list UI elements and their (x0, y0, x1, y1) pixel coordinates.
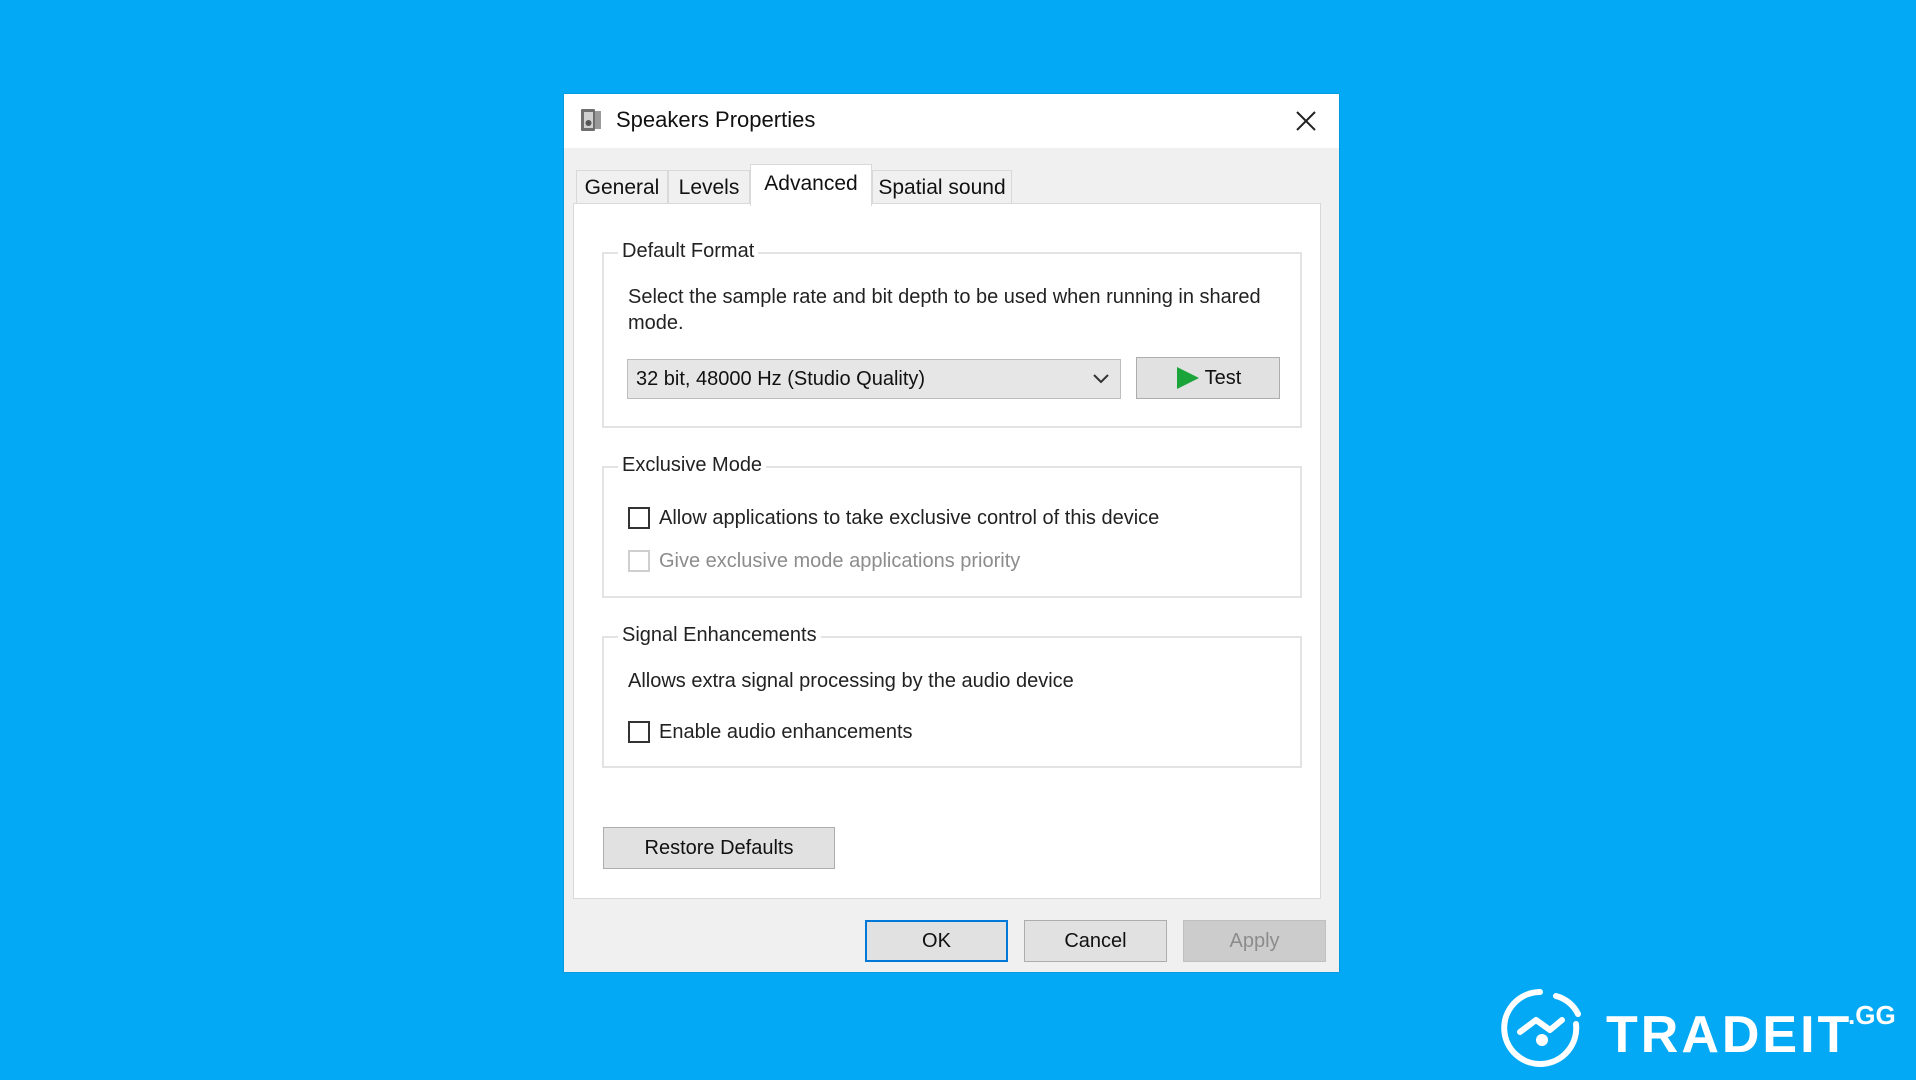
handshake-icon (1501, 989, 1581, 1067)
default-format-group: Default Format Select the sample rate an… (602, 238, 1302, 428)
tab-general[interactable]: General (576, 170, 668, 204)
allow-exclusive-label: Allow applications to take exclusive con… (659, 506, 1160, 529)
dialog-title: Speakers Properties (616, 107, 816, 132)
allow-exclusive-checkbox[interactable] (628, 507, 650, 529)
default-format-legend: Default Format (618, 238, 759, 264)
chevron-down-icon (1093, 374, 1109, 384)
sample-rate-value: 32 bit, 48000 Hz (Studio Quality) (636, 368, 926, 390)
test-button-label: Test (1204, 366, 1242, 389)
apply-button: Apply (1183, 920, 1326, 962)
test-button[interactable]: Test (1136, 357, 1280, 399)
cancel-button[interactable]: Cancel (1024, 920, 1167, 962)
exclusive-mode-legend: Exclusive Mode (618, 452, 767, 478)
tab-levels[interactable]: Levels (668, 170, 750, 204)
signal-enhancements-description: Allows extra signal processing by the au… (628, 670, 1074, 692)
tab-spatial-sound[interactable]: Spatial sound (872, 170, 1012, 204)
default-format-description: Select the sample rate and bit depth to … (628, 286, 1261, 334)
tab-advanced[interactable]: Advanced (750, 164, 872, 206)
exclusive-mode-group: Exclusive Mode Allow applications to tak… (602, 452, 1302, 598)
sample-rate-select[interactable]: 32 bit, 48000 Hz (Studio Quality) (627, 359, 1121, 399)
enable-enhancements-label: Enable audio enhancements (659, 720, 913, 743)
play-icon (1176, 367, 1199, 389)
title-bar: Speakers Properties (564, 94, 1339, 148)
signal-enhancements-group: Signal Enhancements Allows extra signal … (602, 622, 1302, 768)
speakers-properties-dialog: Speakers Properties General Levels Advan… (564, 94, 1339, 972)
logo-text: TRADEIT (1606, 1006, 1852, 1064)
logo-suffix: .GG (1848, 1000, 1896, 1030)
enable-enhancements-row[interactable]: Enable audio enhancements (628, 718, 913, 746)
ok-button[interactable]: OK (865, 920, 1008, 962)
exclusive-priority-label: Give exclusive mode applications priorit… (659, 549, 1021, 572)
allow-exclusive-row[interactable]: Allow applications to take exclusive con… (628, 504, 1159, 532)
restore-defaults-button[interactable]: Restore Defaults (603, 827, 835, 869)
close-icon (1296, 111, 1316, 131)
exclusive-priority-checkbox (628, 550, 650, 572)
signal-enhancements-legend: Signal Enhancements (618, 622, 821, 648)
exclusive-priority-row: Give exclusive mode applications priorit… (628, 547, 1020, 575)
close-button[interactable] (1273, 94, 1339, 148)
enable-enhancements-checkbox[interactable] (628, 721, 650, 743)
advanced-tab-panel: Default Format Select the sample rate an… (573, 203, 1321, 899)
tradeit-logo: TRADEIT .GG (1501, 989, 1896, 1067)
speaker-icon (581, 109, 601, 131)
